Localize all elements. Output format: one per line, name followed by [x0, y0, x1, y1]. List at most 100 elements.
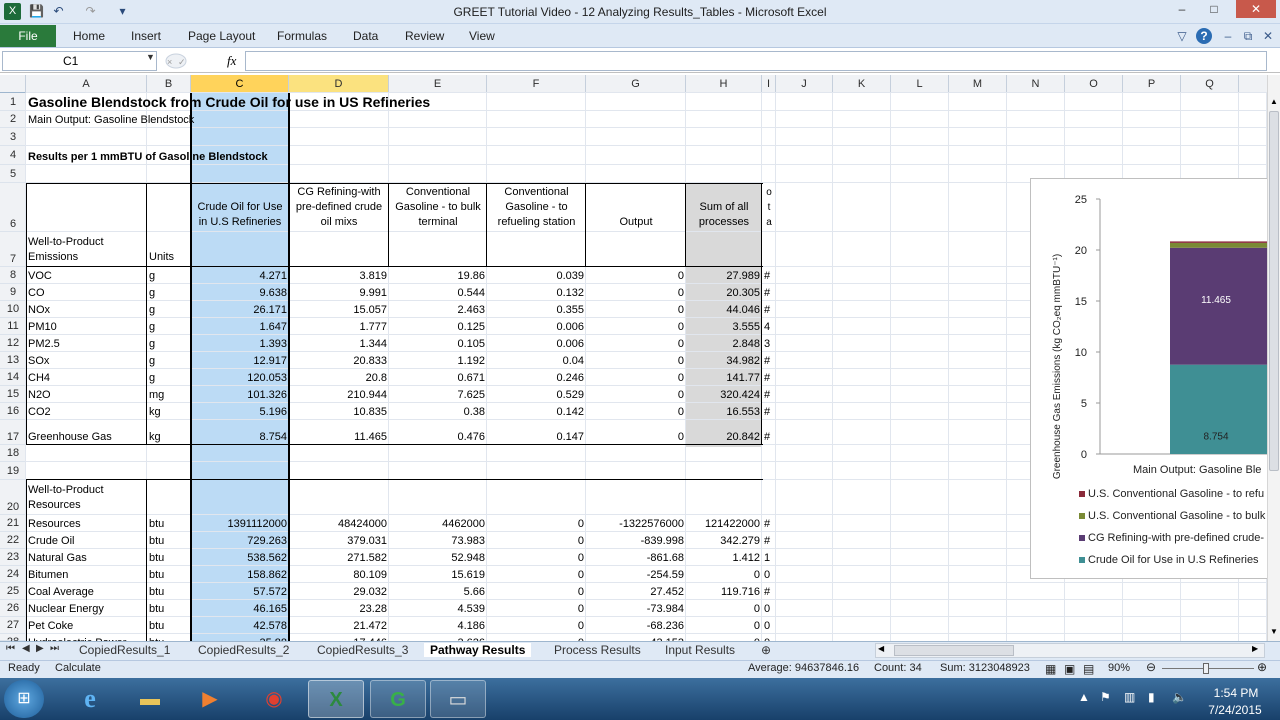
resource-value-d[interactable]: 379.031	[291, 534, 387, 548]
row-header-5[interactable]: 5	[0, 165, 26, 183]
resource-value-d[interactable]: 271.582	[291, 551, 387, 565]
horizontal-scroll-thumb[interactable]	[894, 645, 1014, 656]
emission-value-g[interactable]: 0	[588, 337, 684, 351]
row-header-21[interactable]: 21	[0, 515, 26, 532]
col-header-a[interactable]: A	[26, 75, 147, 93]
emission-value-f[interactable]: 0.006	[489, 337, 584, 351]
resource-total-truncated[interactable]: 1	[764, 551, 774, 565]
tray-expand-icon[interactable]: ▲	[1078, 690, 1090, 704]
emission-value-g[interactable]: 0	[588, 269, 684, 283]
resource-value-f[interactable]: 0	[489, 517, 584, 531]
zoom-in-icon[interactable]: ⊕	[1257, 660, 1267, 674]
page-break-view-icon[interactable]: ▤	[1083, 662, 1094, 676]
row-header-22[interactable]: 22	[0, 532, 26, 549]
resource-value-e[interactable]: 4.186	[391, 619, 485, 633]
row-header-11[interactable]: 11	[0, 318, 26, 335]
resource-value-c[interactable]: 538.562	[193, 551, 287, 565]
page-layout-view-icon[interactable]: ▣	[1064, 662, 1075, 676]
zoom-level[interactable]: 90%	[1108, 662, 1130, 674]
resource-value-c[interactable]: 158.862	[193, 568, 287, 582]
emission-value-g[interactable]: 0	[588, 303, 684, 317]
col-header-n[interactable]: N	[1007, 75, 1065, 93]
col-header-g[interactable]: G	[586, 75, 686, 93]
emission-value-e[interactable]: 0.125	[391, 320, 485, 334]
emission-total-truncated[interactable]: #	[764, 286, 774, 300]
emission-value-f[interactable]: 0.132	[489, 286, 584, 300]
row-header-13[interactable]: 13	[0, 352, 26, 369]
emission-value-f[interactable]: 0.006	[489, 320, 584, 334]
emission-name[interactable]: CH4	[28, 371, 145, 385]
tab-nav-next-icon[interactable]: ▶	[36, 643, 44, 654]
resource-unit[interactable]: btu	[149, 534, 189, 548]
resource-value-e[interactable]: 73.983	[391, 534, 485, 548]
tray-battery-icon[interactable]: ▮	[1148, 690, 1155, 704]
emission-value-h[interactable]: 2.848	[688, 337, 760, 351]
insert-sheet-icon[interactable]: ⊕	[761, 643, 771, 657]
row-header-23[interactable]: 23	[0, 549, 26, 566]
emission-value-h[interactable]: 34.982	[688, 354, 760, 368]
row-header-10[interactable]: 10	[0, 301, 26, 318]
row-header-25[interactable]: 25	[0, 583, 26, 600]
emission-total-truncated[interactable]: #	[764, 405, 774, 419]
emission-value-g[interactable]: 0	[588, 286, 684, 300]
resource-value-d[interactable]: 23.28	[291, 602, 387, 616]
resource-value-h[interactable]: 119.716	[688, 585, 760, 599]
col-header-o[interactable]: O	[1065, 75, 1123, 93]
help-icon[interactable]: ?	[1196, 28, 1212, 44]
sheet-tab-pathway-results[interactable]: Pathway Results	[424, 643, 532, 657]
tab-home[interactable]: Home	[73, 29, 105, 43]
emission-unit[interactable]: mg	[149, 388, 189, 402]
emission-name[interactable]: PM2.5	[28, 337, 145, 351]
emission-total-truncated[interactable]: #	[764, 354, 774, 368]
emission-value-h[interactable]: 141.77	[688, 371, 760, 385]
clock-date[interactable]: 7/24/2015	[1200, 703, 1270, 717]
emission-unit[interactable]: g	[149, 337, 189, 351]
file-tab[interactable]: File	[0, 25, 56, 47]
row-header-20[interactable]: 20	[0, 480, 26, 515]
emission-total-truncated[interactable]: #	[764, 303, 774, 317]
tab-page-layout[interactable]: Page Layout	[188, 29, 255, 43]
resource-value-c[interactable]: 42.578	[193, 619, 287, 633]
sheet-title[interactable]: Gasoline Blendstock from Crude Oil for u…	[28, 93, 430, 111]
emission-unit[interactable]: g	[149, 269, 189, 283]
tab-insert[interactable]: Insert	[131, 29, 161, 43]
resource-value-h[interactable]: 0	[688, 602, 760, 616]
emission-value-c[interactable]: 8.754	[193, 430, 287, 444]
emission-value-g[interactable]: 0	[588, 320, 684, 334]
row-header-7[interactable]: 7	[0, 232, 26, 267]
resource-total-truncated[interactable]: 0	[764, 619, 774, 633]
resource-value-d[interactable]: 80.109	[291, 568, 387, 582]
emission-value-h[interactable]: 44.046	[688, 303, 760, 317]
formula-input[interactable]	[245, 51, 1267, 71]
emission-value-c[interactable]: 12.917	[193, 354, 287, 368]
resource-name[interactable]: Natural Gas	[28, 551, 145, 565]
resource-value-d[interactable]: 29.032	[291, 585, 387, 599]
row-header-14[interactable]: 14	[0, 369, 26, 386]
header-units[interactable]: Units	[149, 232, 189, 267]
emission-total-truncated[interactable]: #	[764, 269, 774, 283]
emission-value-e[interactable]: 0.476	[391, 430, 485, 444]
select-all-corner[interactable]	[0, 75, 26, 93]
emission-value-h[interactable]: 16.553	[688, 405, 760, 419]
resource-name[interactable]: Bitumen	[28, 568, 145, 582]
emission-value-c[interactable]: 5.196	[193, 405, 287, 419]
row-header-24[interactable]: 24	[0, 566, 26, 583]
emission-value-f[interactable]: 0.529	[489, 388, 584, 402]
row-header-15[interactable]: 15	[0, 386, 26, 403]
explorer-icon[interactable]: ▬	[122, 680, 178, 718]
emission-value-c[interactable]: 1.647	[193, 320, 287, 334]
normal-view-icon[interactable]: ▦	[1045, 662, 1056, 676]
row-header-8[interactable]: 8	[0, 267, 26, 284]
header-crude-oil[interactable]: Crude Oil for Use in U.S Refineries	[193, 183, 287, 232]
tab-nav-prev-icon[interactable]: ◀	[22, 643, 30, 654]
emission-name[interactable]: NOx	[28, 303, 145, 317]
scroll-right-icon[interactable]: ▶	[1252, 644, 1258, 653]
resource-value-c[interactable]: 729.263	[193, 534, 287, 548]
emission-value-g[interactable]: 0	[588, 371, 684, 385]
resource-value-e[interactable]: 52.948	[391, 551, 485, 565]
col-header-c[interactable]: C	[191, 75, 289, 93]
resource-unit[interactable]: btu	[149, 568, 189, 582]
emission-name[interactable]: CO	[28, 286, 145, 300]
emission-name[interactable]: CO2	[28, 405, 145, 419]
resource-value-f[interactable]: 0	[489, 551, 584, 565]
